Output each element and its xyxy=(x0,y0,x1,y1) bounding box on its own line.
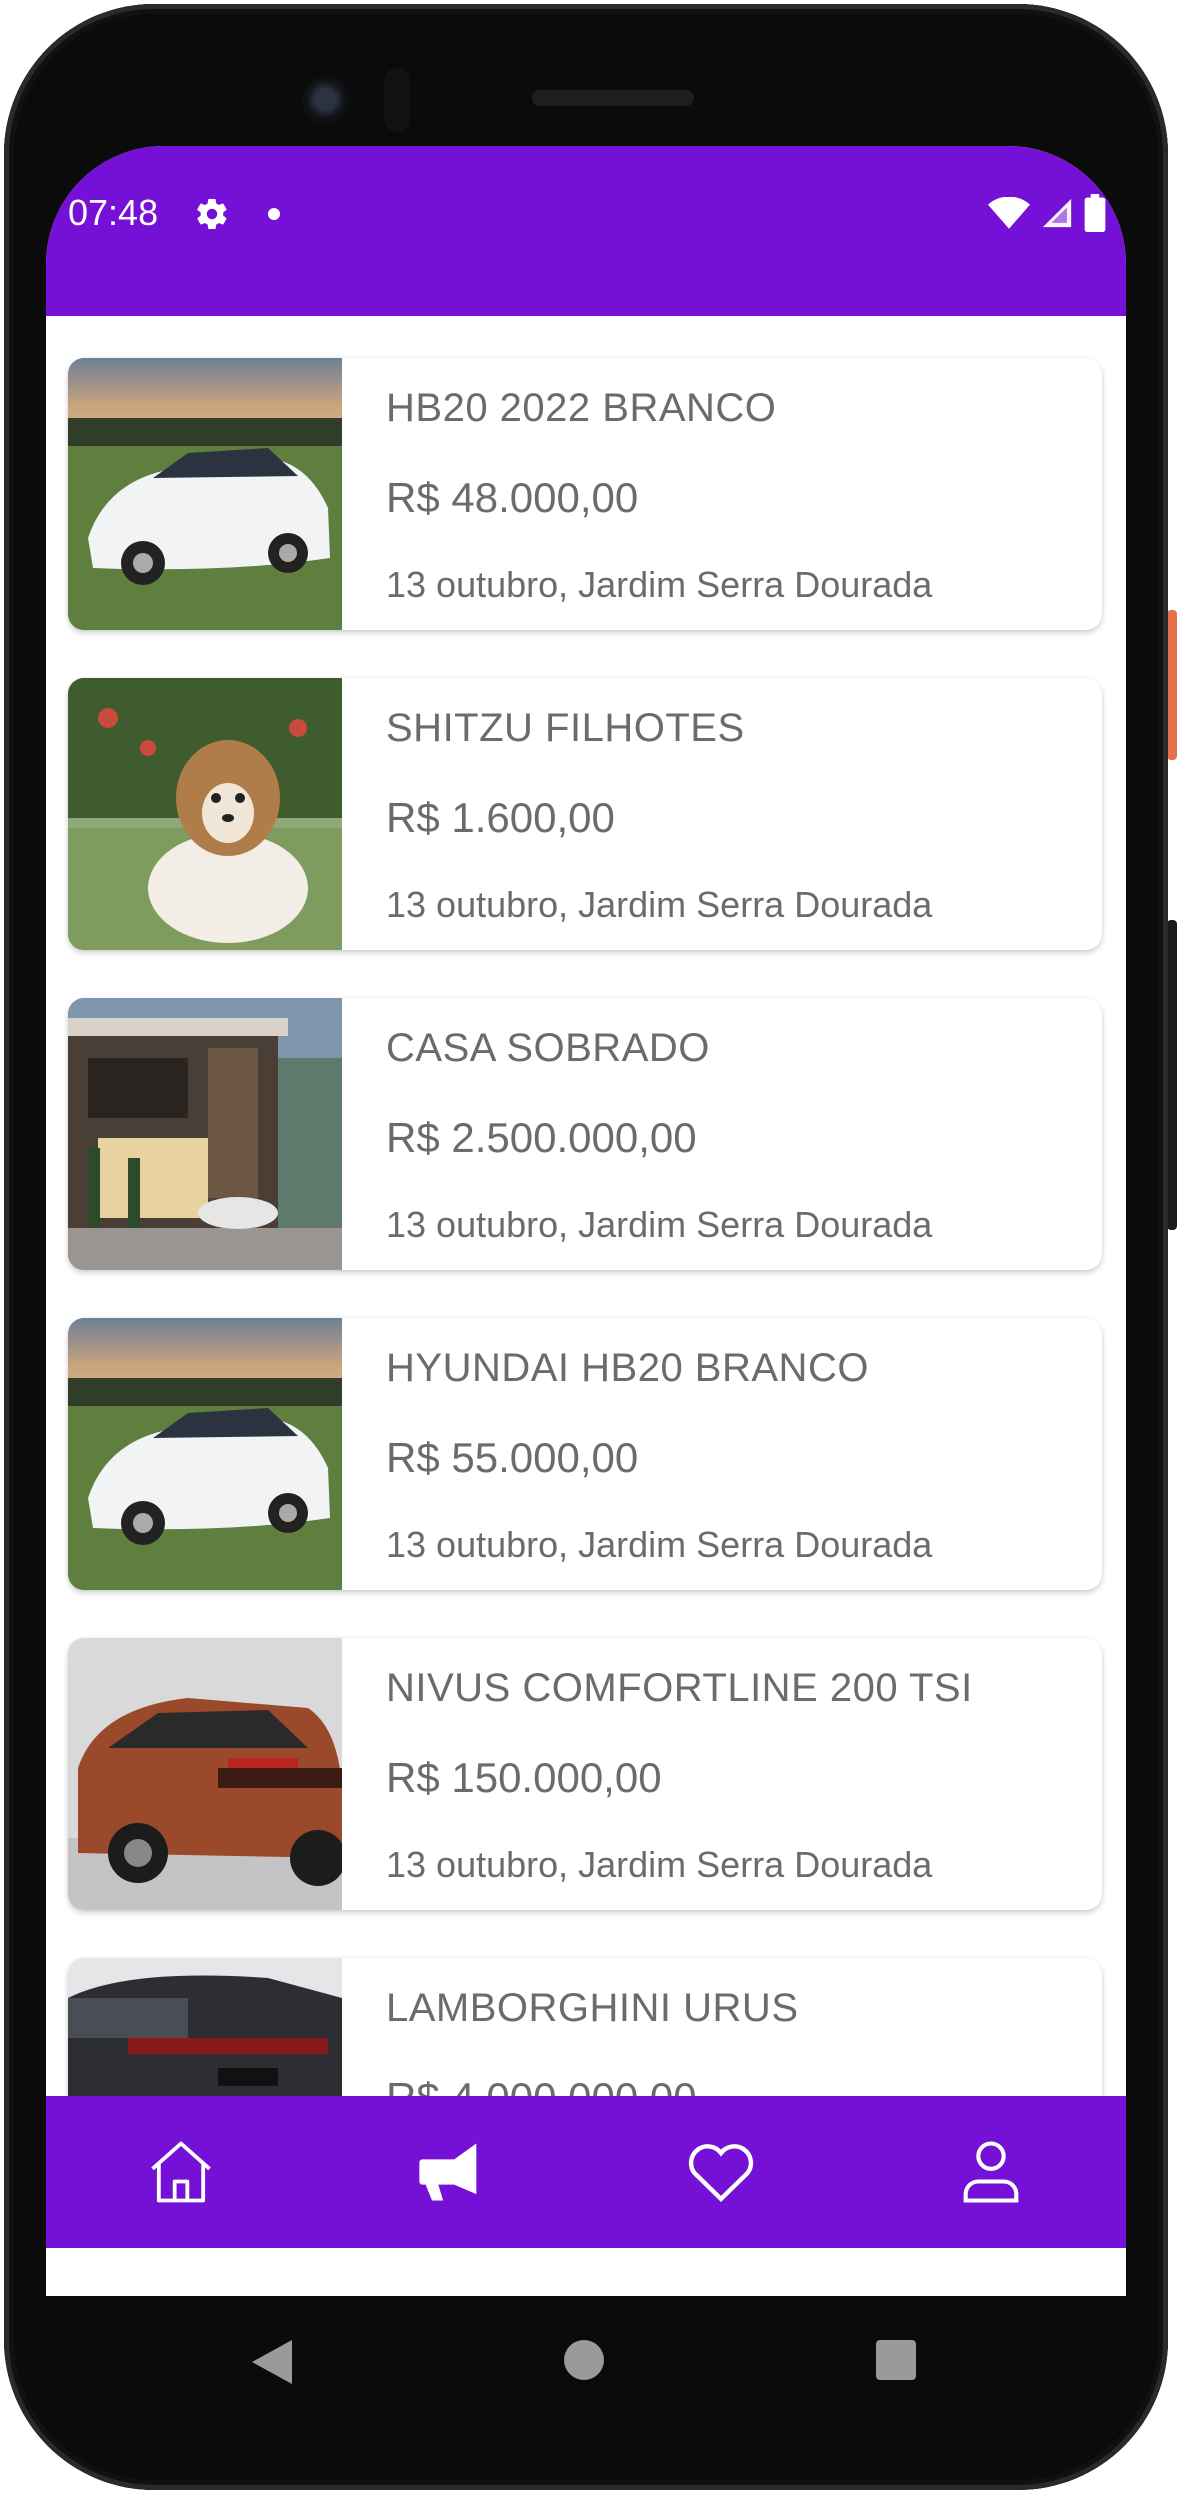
app-screen: 07:48 HB20 2022 BRANCO R$ 48.000,00 13 o… xyxy=(46,146,1126,2296)
cell-signal-icon xyxy=(1042,198,1072,228)
power-button xyxy=(1167,920,1177,1230)
nav-favorites-button[interactable] xyxy=(661,2112,781,2232)
listing-price: R$ 150.000,00 xyxy=(386,1754,662,1801)
bottom-navigation xyxy=(46,2096,1126,2248)
listing-date-location: 13 outubro, Jardim Serra Dourada xyxy=(386,1844,933,1885)
listing-price: R$ 1.600,00 xyxy=(386,794,615,841)
listing-date-location: 13 outubro, Jardim Serra Dourada xyxy=(386,884,933,925)
listing-card[interactable]: CASA SOBRADO R$ 2.500.000,00 13 outubro,… xyxy=(68,998,1102,1270)
listing-card[interactable]: SHITZU FILHOTES R$ 1.600,00 13 outubro, … xyxy=(68,678,1102,950)
user-icon xyxy=(963,2141,1019,2203)
recents-icon[interactable] xyxy=(876,2340,916,2380)
white-hatchback-car-image xyxy=(68,1318,342,1590)
battery-icon xyxy=(1084,194,1106,232)
heart-icon xyxy=(688,2144,754,2203)
listing-date-location: 13 outubro, Jardim Serra Dourada xyxy=(386,564,933,605)
listing-price: R$ 55.000,00 xyxy=(386,1434,639,1481)
listing-price: R$ 4.000.000,00 xyxy=(386,2074,697,2096)
two-story-house-image xyxy=(68,998,342,1270)
white-hatchback-car-image xyxy=(68,358,342,630)
nav-home-button[interactable] xyxy=(121,2112,241,2232)
front-camera xyxy=(302,76,354,128)
listing-price: R$ 48.000,00 xyxy=(386,474,639,521)
listing-title: HB20 2022 BRANCO xyxy=(386,386,777,430)
megaphone-icon xyxy=(419,2143,477,2201)
dark-suv-rear-image xyxy=(68,1958,342,2096)
proximity-sensor xyxy=(384,68,410,132)
app-bar: 07:48 xyxy=(46,146,1126,316)
listing-card[interactable]: LAMBORGHINI URUS R$ 4.000.000,00 xyxy=(68,1958,1102,2096)
shih-tzu-puppy-image xyxy=(68,678,342,950)
nav-announce-button[interactable] xyxy=(391,2112,511,2232)
earpiece-speaker xyxy=(532,90,694,106)
listing-date-location: 13 outubro, Jardim Serra Dourada xyxy=(386,1204,933,1245)
notification-dot-icon xyxy=(268,208,280,220)
listing-title: LAMBORGHINI URUS xyxy=(386,1986,799,2030)
home-icon xyxy=(151,2141,211,2203)
status-time: 07:48 xyxy=(68,192,159,233)
settings-gear-icon xyxy=(197,198,227,230)
listing-price: R$ 2.500.000,00 xyxy=(386,1114,697,1161)
status-icons xyxy=(988,194,1106,232)
nav-profile-button[interactable] xyxy=(931,2112,1051,2232)
copper-suv-image xyxy=(68,1638,342,1910)
listing-title: HYUNDAI HB20 BRANCO xyxy=(386,1346,869,1390)
listing-date-location: 13 outubro, Jardim Serra Dourada xyxy=(386,1524,933,1565)
home-circle-icon[interactable] xyxy=(564,2340,604,2380)
volume-accent-button xyxy=(1167,610,1177,760)
back-icon[interactable] xyxy=(252,2340,292,2384)
wifi-icon xyxy=(988,197,1030,229)
listing-card[interactable]: HB20 2022 BRANCO R$ 48.000,00 13 outubro… xyxy=(68,358,1102,630)
listing-title: CASA SOBRADO xyxy=(386,1026,710,1070)
system-navigation xyxy=(46,2296,1126,2426)
listing-title: NIVUS COMFORTLINE 200 TSI xyxy=(386,1666,973,1710)
listing-card[interactable]: HYUNDAI HB20 BRANCO R$ 55.000,00 13 outu… xyxy=(68,1318,1102,1590)
listing-title: SHITZU FILHOTES xyxy=(386,706,745,750)
listing-card[interactable]: NIVUS COMFORTLINE 200 TSI R$ 150.000,00 … xyxy=(68,1638,1102,1910)
listings-list[interactable]: HB20 2022 BRANCO R$ 48.000,00 13 outubro… xyxy=(46,316,1126,2096)
